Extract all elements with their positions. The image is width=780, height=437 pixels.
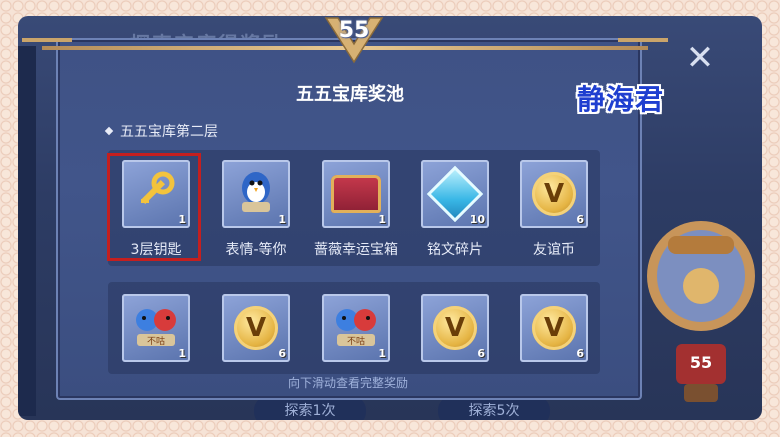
item-count: 1 <box>278 213 286 226</box>
item-count: 1 <box>378 347 386 360</box>
section-label: 五五宝库第二层 <box>120 124 218 140</box>
reward-tile-coin[interactable]: V 6 <box>520 160 588 228</box>
background-left-strip <box>18 46 36 416</box>
item-count: 6 <box>278 347 286 360</box>
reward-tile-bird-emote[interactable]: 不咕 1 <box>322 294 390 362</box>
item-count: 1 <box>178 347 186 360</box>
friendship-coin-icon: V <box>532 172 576 216</box>
item-label: 友谊币 <box>533 242 575 258</box>
penguin-emote-icon <box>234 168 278 220</box>
item-label: 铭文碎片 <box>427 242 483 258</box>
watermark-signature: 静海君 <box>577 83 665 116</box>
item-label: 蔷薇幸运宝箱 <box>314 242 398 258</box>
balloon-badge-number: 55 <box>690 353 712 372</box>
reward-tile-chest[interactable]: 1 <box>322 160 390 228</box>
close-icon[interactable]: ✕ <box>682 40 718 76</box>
item-label: 表情-等你 <box>225 242 287 258</box>
bird-emote-icon: 不咕 <box>131 304 181 352</box>
bird-emote-icon: 不咕 <box>331 304 381 352</box>
reward-tile-coin[interactable]: V 6 <box>520 294 588 362</box>
selected-item-highlight <box>107 153 201 261</box>
reward-tile-bird-emote[interactable]: 不咕 1 <box>122 294 190 362</box>
treasure-chest-icon <box>331 175 381 213</box>
svg-text:不咕: 不咕 <box>347 335 365 347</box>
reward-tile-emote[interactable]: 1 <box>222 160 290 228</box>
svg-text:不咕: 不咕 <box>147 335 165 347</box>
panel-title: 五五宝库奖池 <box>296 84 404 105</box>
friendship-coin-icon: V <box>433 306 477 350</box>
diamond-bullet-icon <box>104 126 114 136</box>
scroll-hint: 向下滑动查看完整奖励 <box>287 376 408 390</box>
crystal-icon <box>426 165 484 223</box>
friendship-coin-icon: V <box>532 306 576 350</box>
reward-tile-coin[interactable]: V 6 <box>222 294 290 362</box>
friendship-coin-icon: V <box>234 306 278 350</box>
level-badge: 55 <box>322 14 386 66</box>
reward-tile-coin[interactable]: V 6 <box>421 294 489 362</box>
item-count: 6 <box>477 347 485 360</box>
hot-air-balloon: 55 <box>646 216 756 406</box>
item-count: 1 <box>378 213 386 226</box>
section-header: 五五宝库第二层 <box>104 121 218 141</box>
badge-number: 55 <box>338 18 370 43</box>
item-count: 10 <box>469 213 485 226</box>
reward-tile-crystal[interactable]: 10 <box>421 160 489 228</box>
item-count: 6 <box>576 213 584 226</box>
item-count: 6 <box>576 347 584 360</box>
